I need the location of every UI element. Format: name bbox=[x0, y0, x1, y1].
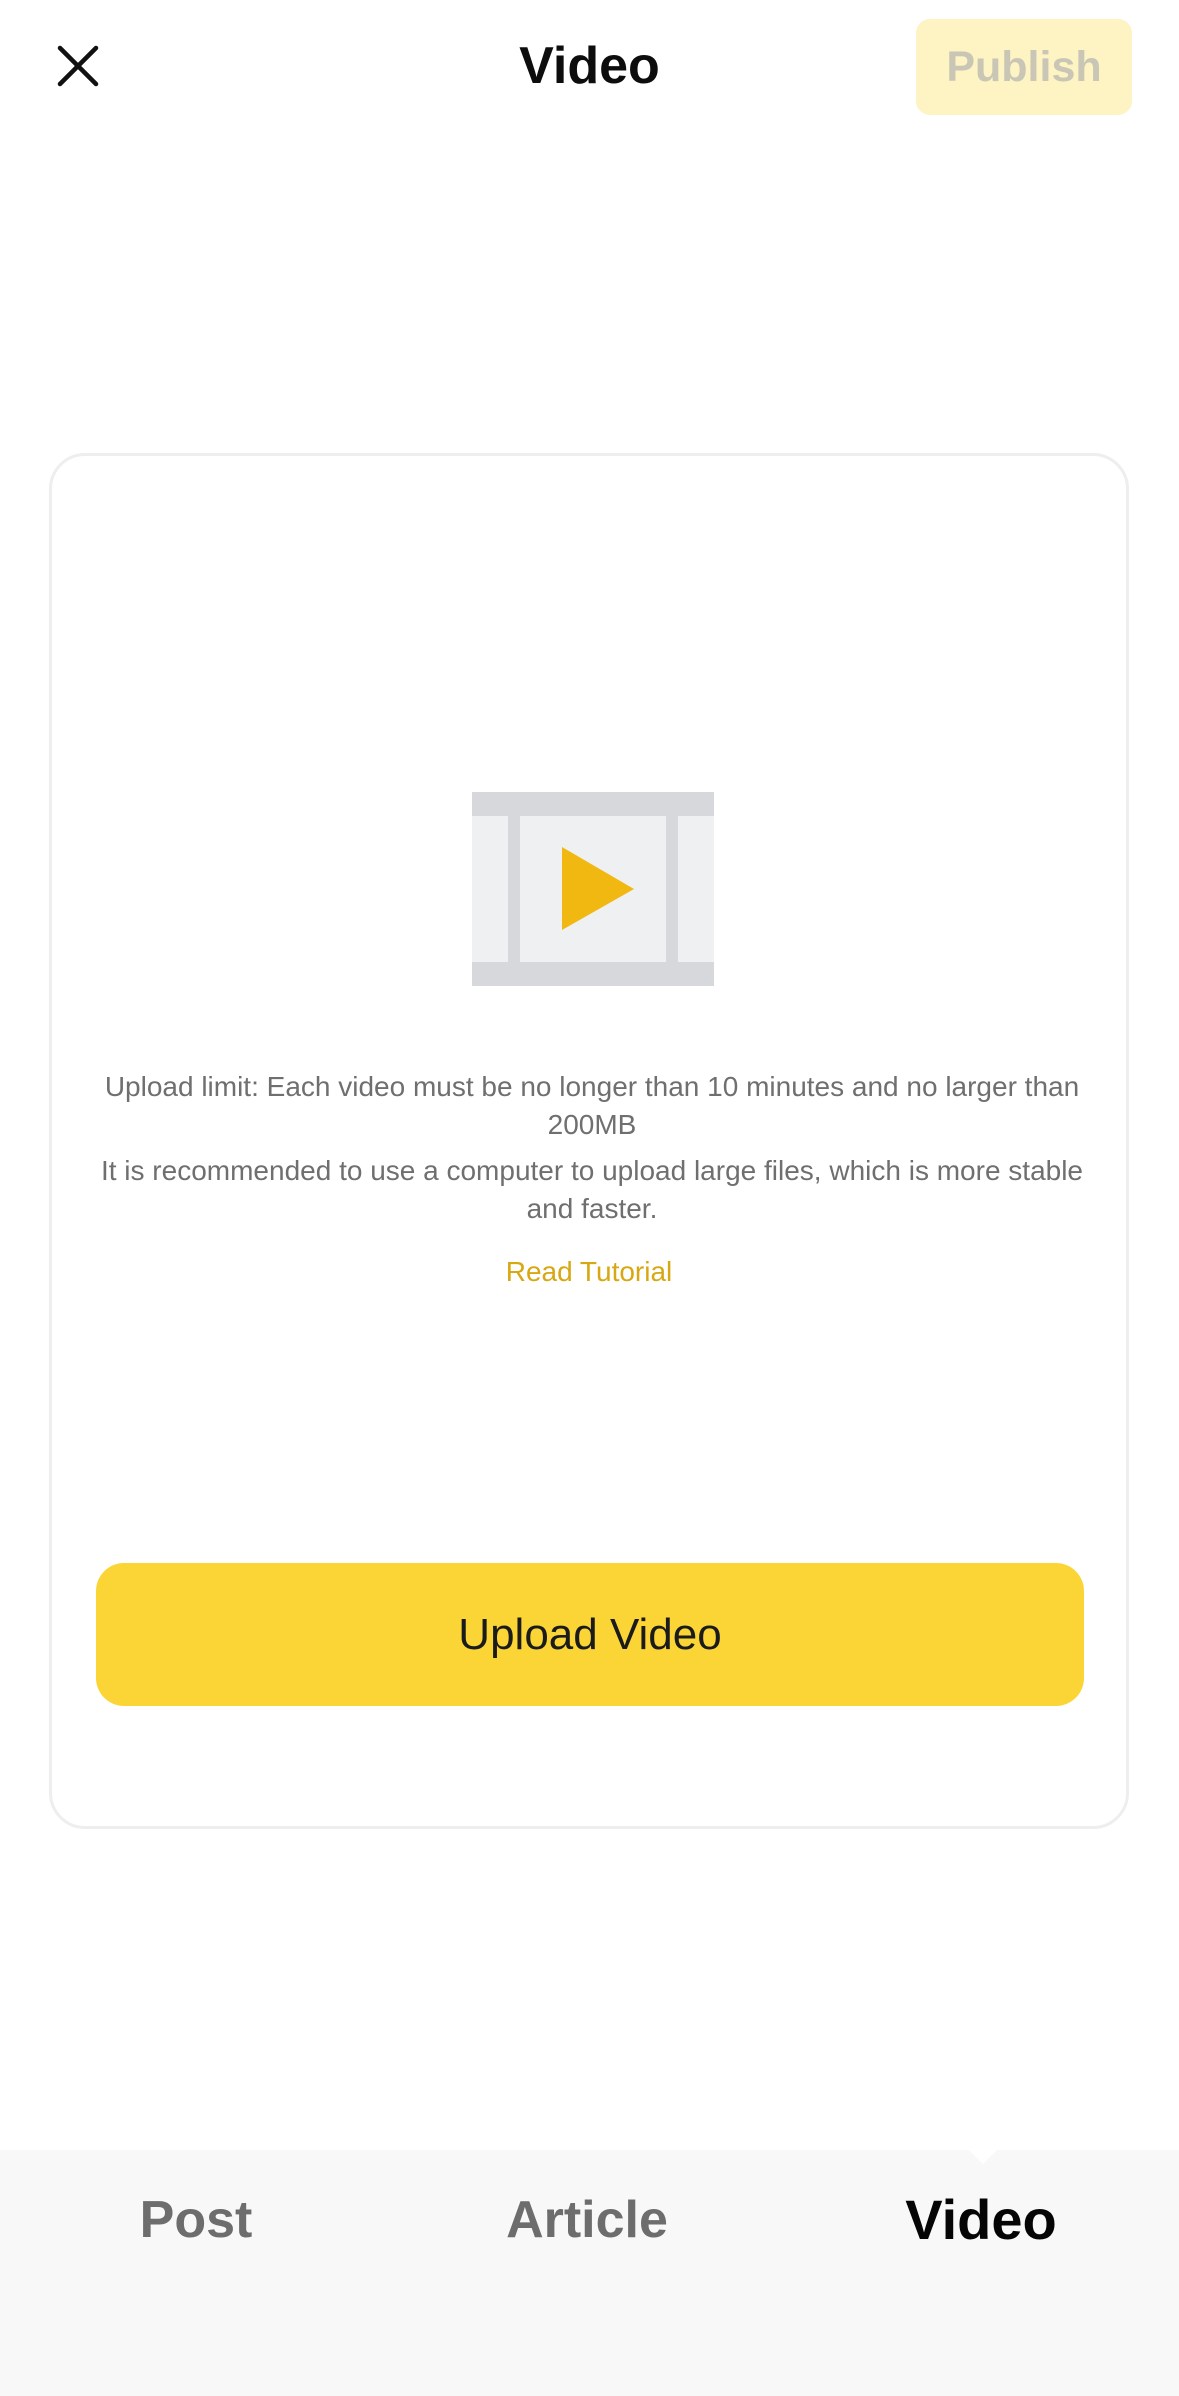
tab-post[interactable]: Post bbox=[46, 2185, 346, 2255]
upload-card: Upload limit: Each video must be no long… bbox=[49, 453, 1129, 1829]
top-bar: Video Publish bbox=[0, 0, 1179, 135]
active-tab-pointer bbox=[963, 2144, 1003, 2164]
upload-video-button[interactable]: Upload Video bbox=[96, 1563, 1084, 1706]
video-film-icon bbox=[472, 792, 714, 986]
upload-limit-text: Upload limit: Each video must be no long… bbox=[104, 1071, 1080, 1140]
tab-article[interactable]: Article bbox=[437, 2185, 737, 2255]
read-tutorial-link[interactable]: Read Tutorial bbox=[52, 1256, 1126, 1288]
upload-recommendation-text: It is recommended to use a computer to u… bbox=[100, 1155, 1084, 1224]
tab-video[interactable]: Video bbox=[831, 2185, 1131, 2255]
publish-button[interactable]: Publish bbox=[916, 19, 1132, 115]
